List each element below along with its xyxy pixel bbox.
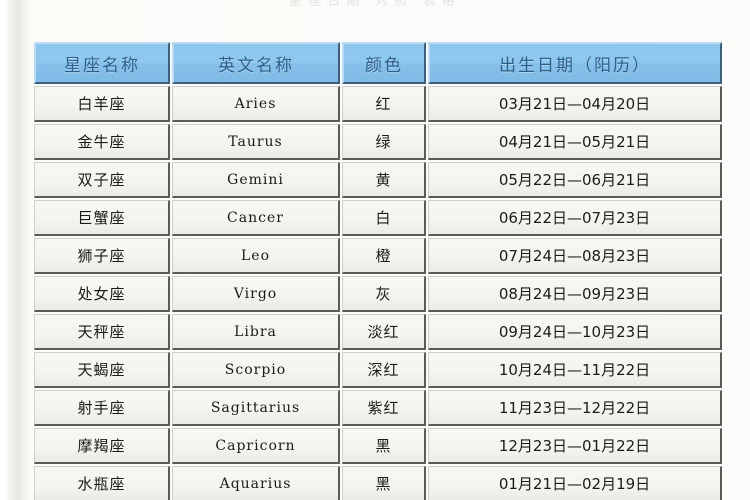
cell-cn-name: 天蝎座 (34, 352, 170, 388)
cell-en-name: Scorpio (172, 352, 340, 388)
cell-date-range: 11月23日—12月22日 (428, 390, 722, 426)
table-header: 星座名称 英文名称 颜色 出生日期（阳历） (34, 42, 722, 84)
column-header-date: 出生日期（阳历） (428, 42, 722, 84)
table-row: 双子座 Gemini 黄 05月22日—06月21日 (34, 162, 722, 198)
cell-en-name: Libra (172, 314, 340, 350)
cell-en-name: Aquarius (172, 466, 340, 500)
table-row: 狮子座 Leo 橙 07月24日—08月23日 (34, 238, 722, 274)
cell-color: 绿 (342, 124, 426, 160)
cell-color: 黄 (342, 162, 426, 198)
cell-cn-name: 天秤座 (34, 314, 170, 350)
scanned-page: 星座日期 对照 表格 星座名称 英文名称 颜色 出生日期（阳历） 白羊座Arie… (0, 0, 750, 500)
cell-cn-name: 射手座 (34, 390, 170, 426)
cell-date-range: 03月21日—04月20日 (428, 86, 722, 122)
table-row: 巨蟹座 Cancer 白 06月22日—07月23日 (34, 200, 722, 236)
cell-cn-name: 双子座 (34, 162, 170, 198)
cell-color: 红 (342, 86, 426, 122)
cell-en-name: Gemini (172, 162, 340, 198)
table-row: 天秤座 Libra 淡红 09月24日—10月23日 (34, 314, 722, 350)
cell-cn-name: 狮子座 (34, 238, 170, 274)
cell-date-range: 08月24日—09月23日 (428, 276, 722, 312)
cell-color: 黑 (342, 466, 426, 500)
table-row: 摩羯座 Capricorn 黑 12月23日—01月22日 (34, 428, 722, 464)
cell-cn-name: 白羊座 (34, 86, 170, 122)
cell-date-range: 12月23日—01月22日 (428, 428, 722, 464)
zodiac-date-table: 星座名称 英文名称 颜色 出生日期（阳历） 白羊座 Aries 红 03月21日—04… (32, 40, 724, 500)
cell-en-name: Sagittarius (172, 390, 340, 426)
cell-color: 橙 (342, 238, 426, 274)
table-header-row: 星座名称 英文名称 颜色 出生日期（阳历） (34, 42, 722, 84)
cell-en-name: Virgo (172, 276, 340, 312)
cell-en-name: Taurus (172, 124, 340, 160)
table-row: 天蝎座 Scorpio 深红 10月24日—11月22日 (34, 352, 722, 388)
cell-color: 黑 (342, 428, 426, 464)
column-header-en-name: 英文名称 (172, 42, 340, 84)
cell-color: 灰 (342, 276, 426, 312)
cell-color: 白 (342, 200, 426, 236)
cell-color: 淡红 (342, 314, 426, 350)
cell-cn-name: 水瓶座 (34, 466, 170, 500)
cell-cn-name: 金牛座 (34, 124, 170, 160)
cell-date-range: 09月24日—10月23日 (428, 314, 722, 350)
cell-color: 紫红 (342, 390, 426, 426)
cell-cn-name: 处女座 (34, 276, 170, 312)
cell-en-name: Aries (172, 86, 340, 122)
faded-page-title: 星座日期 对照 表格 (0, 0, 750, 7)
cell-cn-name: 巨蟹座 (34, 200, 170, 236)
cell-cn-name: 摩羯座 (34, 428, 170, 464)
table-body: 白羊座 Aries 红 03月21日—04月20日 金牛座 Taurus 绿 04月21日—0… (34, 86, 722, 500)
table-row: 射手座 Sagittarius 紫红 11月23日—12月22日 (34, 390, 722, 426)
column-header-color: 颜色 (342, 42, 426, 84)
cell-date-range: 07月24日—08月23日 (428, 238, 722, 274)
cell-date-range: 10月24日—11月22日 (428, 352, 722, 388)
cell-en-name: Cancer (172, 200, 340, 236)
cell-en-name: Leo (172, 238, 340, 274)
table-row: 水瓶座 Aquarius 黑 01月21日—02月19日 (34, 466, 722, 500)
table-row: 处女座 Virgo 灰 08月24日—09月23日 (34, 276, 722, 312)
table-row: 金牛座 Taurus 绿 04月21日—05月21日 (34, 124, 722, 160)
cell-color: 深红 (342, 352, 426, 388)
column-header-cn-name: 星座名称 (34, 42, 170, 84)
cell-en-name: Capricorn (172, 428, 340, 464)
cell-date-range: 01月21日—02月19日 (428, 466, 722, 500)
cell-date-range: 06月22日—07月23日 (428, 200, 722, 236)
cell-date-range: 05月22日—06月21日 (428, 162, 722, 198)
table-row: 白羊座 Aries 红 03月21日—04月20日 (34, 86, 722, 122)
cell-date-range: 04月21日—05月21日 (428, 124, 722, 160)
zodiac-table-container: 星座名称 英文名称 颜色 出生日期（阳历） 白羊座 Aries 红 03月21日—04… (32, 40, 722, 500)
